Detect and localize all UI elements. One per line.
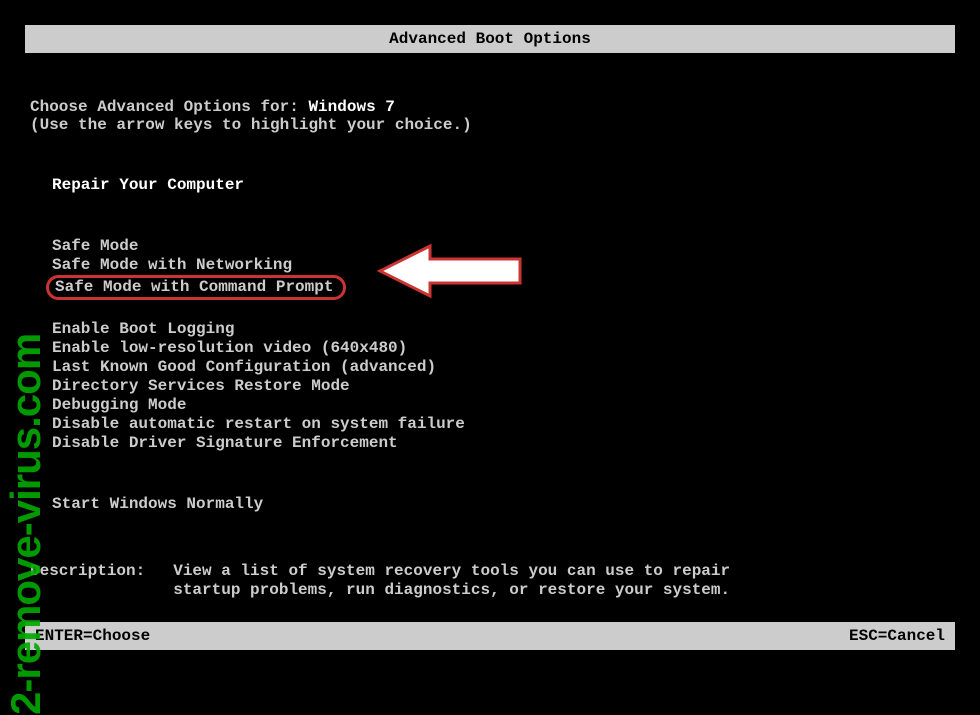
intro-hint: (Use the arrow keys to highlight your ch… xyxy=(30,116,950,134)
intro-prefix: Choose Advanced Options for: xyxy=(30,98,308,116)
description-block: Description: View a list of system recov… xyxy=(30,562,950,600)
option-group-advanced: Enable Boot Logging Enable low-resolutio… xyxy=(30,320,950,453)
description-label: Description: xyxy=(30,562,173,580)
option-disable-auto-restart[interactable]: Disable automatic restart on system fail… xyxy=(52,415,950,434)
option-disable-driver-sig[interactable]: Disable Driver Signature Enforcement xyxy=(52,434,950,453)
option-start-windows-normally[interactable]: Start Windows Normally xyxy=(52,495,950,514)
intro-block: Choose Advanced Options for: Windows 7 (… xyxy=(30,98,950,134)
option-repair-computer[interactable]: Repair Your Computer xyxy=(52,176,950,195)
option-safe-mode-command-prompt[interactable]: Safe Mode with Command Prompt xyxy=(49,278,333,297)
option-last-known-good[interactable]: Last Known Good Configuration (advanced) xyxy=(52,358,950,377)
option-enable-low-res-video[interactable]: Enable low-resolution video (640x480) xyxy=(52,339,950,358)
option-directory-services-restore[interactable]: Directory Services Restore Mode xyxy=(52,377,950,396)
highlight-box: Safe Mode with Command Prompt xyxy=(46,275,346,300)
option-group-safemode: Safe Mode Safe Mode with Networking Safe… xyxy=(30,237,950,300)
page-title: Advanced Boot Options xyxy=(389,30,591,48)
footer-bar: ENTER=Choose ESC=Cancel xyxy=(25,622,955,650)
option-enable-boot-logging[interactable]: Enable Boot Logging xyxy=(52,320,950,339)
title-bar: Advanced Boot Options xyxy=(25,25,955,53)
option-group-normal: Start Windows Normally xyxy=(30,495,950,514)
intro-os: Windows 7 xyxy=(308,98,394,116)
footer-esc: ESC=Cancel xyxy=(849,627,945,645)
option-safe-mode-networking[interactable]: Safe Mode with Networking xyxy=(52,256,950,275)
content-area: Choose Advanced Options for: Windows 7 (… xyxy=(0,98,980,600)
option-debugging-mode[interactable]: Debugging Mode xyxy=(52,396,950,415)
option-safe-mode[interactable]: Safe Mode xyxy=(52,237,950,256)
description-text: View a list of system recovery tools you… xyxy=(173,562,733,600)
footer-enter: ENTER=Choose xyxy=(35,627,150,645)
option-group-repair: Repair Your Computer xyxy=(30,176,950,195)
